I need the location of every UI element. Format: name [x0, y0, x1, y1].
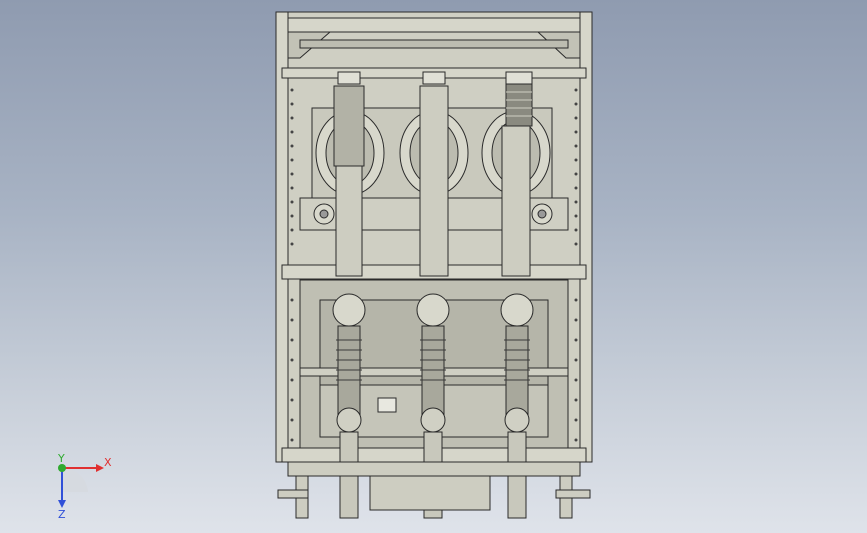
x-axis-arrow-icon	[96, 464, 104, 472]
cad-graphics-viewport[interactable]: X Y Z	[0, 0, 867, 533]
y-axis-label: Y	[57, 452, 65, 465]
axis-triad: X Y Z	[57, 452, 112, 521]
y-axis-point-icon	[58, 464, 66, 472]
switchgear-3d-model[interactable]	[0, 0, 867, 533]
triad-backplane	[62, 467, 88, 492]
z-axis-label: Z	[58, 508, 66, 521]
z-axis-arrow-icon	[58, 500, 66, 508]
x-axis-label: X	[104, 456, 112, 469]
cabinet-base	[277, 461, 591, 519]
